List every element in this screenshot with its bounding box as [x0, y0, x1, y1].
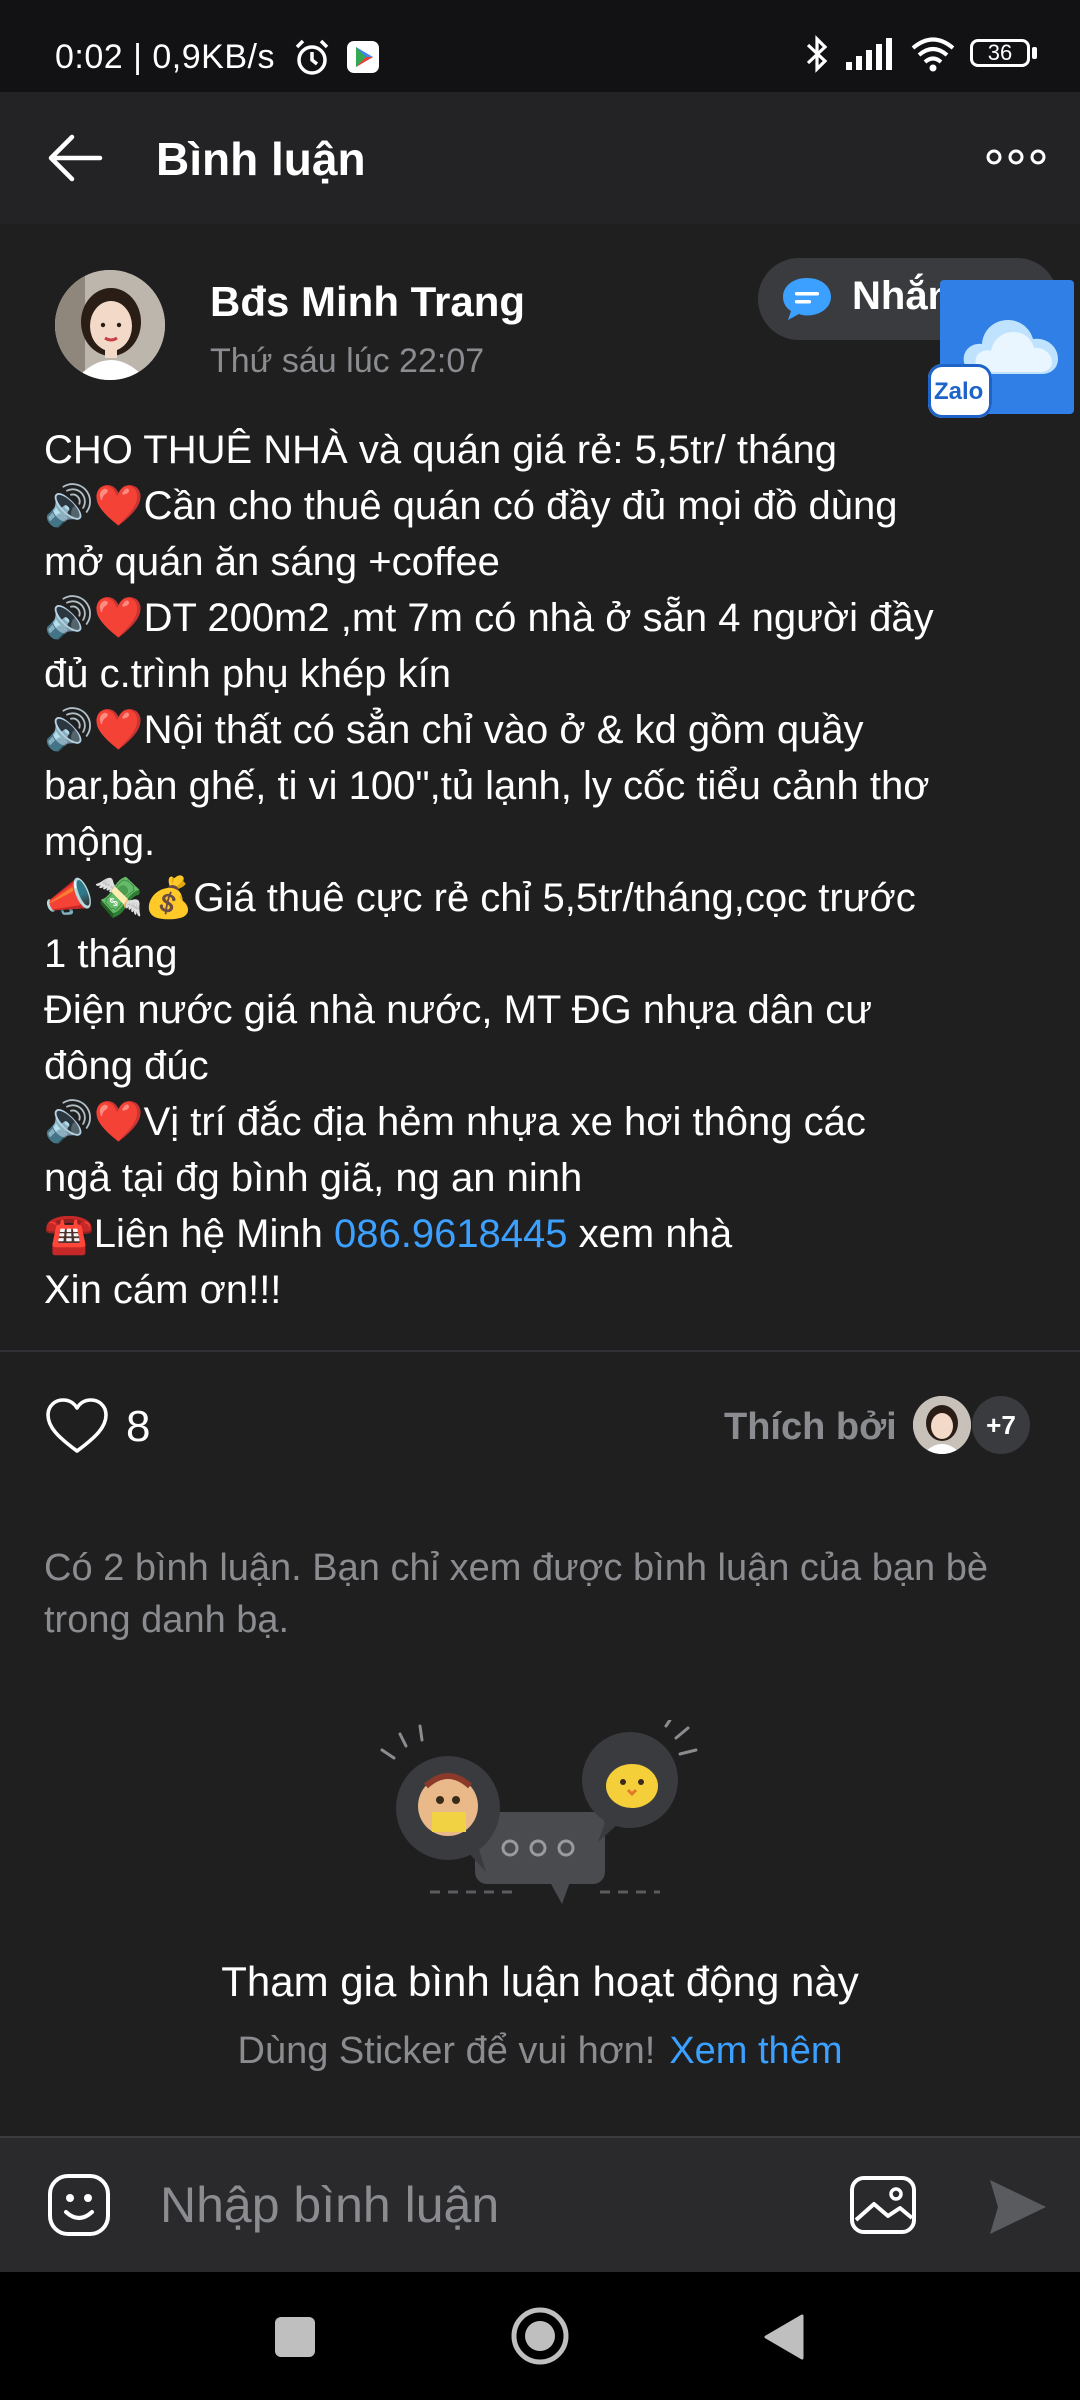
page-title: Bình luận: [156, 133, 366, 185]
status-time-speed: 0:02 | 0,9KB/s: [55, 38, 275, 76]
contact-suffix: xem nhà: [567, 1212, 733, 1256]
post-line: mở quán ăn sáng +coffee: [44, 540, 500, 584]
sticker-hint: Dùng Sticker để vui hơn!: [237, 2030, 656, 2072]
comment-input[interactable]: Nhập bình luận: [160, 2176, 499, 2234]
contact-prefix: ☎️Liên hệ Minh: [44, 1212, 334, 1256]
comment-notice: Có 2 bình luận. Bạn chỉ xem được bình lu…: [44, 1547, 988, 1641]
sticker-hint-line: Dùng Sticker để vui hơn! Xem thêm: [0, 2030, 1080, 2073]
join-comment-title: Tham gia bình luận hoạt động này: [221, 1958, 859, 2005]
more-options-icon[interactable]: [986, 148, 1046, 166]
heart-icon[interactable]: [44, 1396, 110, 1456]
back-arrow-icon[interactable]: [46, 132, 104, 184]
post-line: 1 tháng: [44, 932, 178, 976]
post-line: Điện nước giá nhà nước, MT ĐG nhựa dân c…: [44, 988, 873, 1032]
battery-icon: 36: [970, 37, 1040, 71]
divider: [0, 1350, 1080, 1352]
app-header: Bình luận: [0, 92, 1080, 224]
post-line: đủ c.trình phụ khép kín: [44, 652, 451, 696]
zalo-badge: Zalo: [928, 364, 992, 418]
see-more-link[interactable]: Xem thêm: [669, 2030, 842, 2072]
post-content: CHO THUÊ NHÀ và quán giá rẻ: 5,5tr/ thán…: [44, 422, 1044, 1318]
post-closing: Xin cám ơn!!!: [44, 1268, 282, 1312]
liker-avatar[interactable]: [913, 1396, 971, 1454]
post-line: CHO THUÊ NHÀ và quán giá rẻ: 5,5tr/ thán…: [44, 428, 837, 472]
likes-row: 8 Thích bởi +7: [0, 1390, 1080, 1470]
send-icon[interactable]: [986, 2176, 1050, 2238]
home-icon[interactable]: [510, 2306, 570, 2366]
alarm-icon: [295, 39, 329, 75]
bluetooth-icon: [806, 35, 828, 73]
post-line: ngả tại đg bình giã, ng an ninh: [44, 1156, 583, 1200]
post-line: 📣💸💰Giá thuê cực rẻ chỉ 5,5tr/tháng,cọc t…: [44, 876, 916, 920]
play-store-icon: [347, 41, 379, 73]
phone-link[interactable]: 086.9618445: [334, 1212, 568, 1256]
author-avatar[interactable]: [55, 270, 165, 380]
post-line: 🔊❤️Vị trí đắc địa hẻm nhựa xe hơi thông …: [44, 1100, 866, 1144]
post-line: bar,bàn ghế, ti vi 100",tủ lạnh, ly cốc …: [44, 764, 930, 808]
sticker-emoji-icon[interactable]: [46, 2172, 112, 2238]
comments-empty-illustration: [380, 1720, 698, 1904]
post-line: 🔊❤️Cần cho thuê quán có đầy đủ mọi đồ dù…: [44, 484, 898, 528]
chat-bubble-icon: [783, 278, 831, 320]
status-bar: 0:02 | 0,9KB/s 36: [0, 0, 1080, 92]
author-name[interactable]: Bđs Minh Trang: [210, 278, 525, 326]
wifi-icon: [911, 37, 955, 72]
battery-level: 36: [987, 40, 1013, 65]
more-likers-badge[interactable]: +7: [972, 1396, 1030, 1454]
post-line: mộng.: [44, 820, 156, 864]
image-picker-icon[interactable]: [848, 2172, 918, 2238]
zalo-floating-bubble[interactable]: Zalo: [928, 280, 1074, 422]
avatar-image: [55, 270, 165, 380]
post-line: 🔊❤️Nội thất có sẳn chỉ vào ở & kd gồm qu…: [44, 708, 864, 752]
contact-line: ☎️Liên hệ Minh 086.9618445 xem nhà: [44, 1206, 1044, 1262]
post-line: đông đúc: [44, 1044, 209, 1088]
like-count: 8: [126, 1402, 151, 1451]
system-navigation-bar: [0, 2272, 1080, 2400]
recent-apps-icon[interactable]: [272, 2314, 318, 2360]
signal-icon: [846, 38, 892, 70]
liker-avatar-image: [913, 1396, 971, 1454]
liked-by-label[interactable]: Thích bởi: [724, 1406, 897, 1449]
back-nav-icon[interactable]: [760, 2312, 806, 2362]
post-time: Thứ sáu lúc 22:07: [210, 342, 485, 380]
comment-input-bar: Nhập bình luận: [0, 2136, 1080, 2274]
zalo-badge-label: Zalo: [934, 378, 984, 405]
post-line: 🔊❤️DT 200m2 ,mt 7m có nhà ở sẵn 4 người …: [44, 596, 934, 640]
